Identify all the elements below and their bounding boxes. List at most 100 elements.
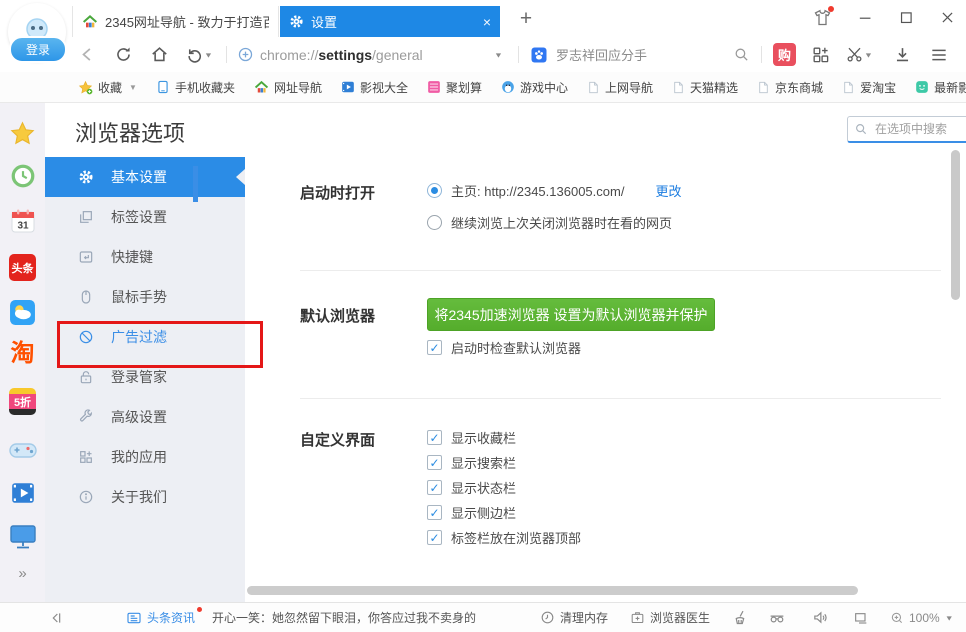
weather-icon[interactable] [0,299,45,326]
checkbox-checked[interactable] [427,455,442,470]
news-ticker[interactable]: 开心一笑：她忽然留下眼泪，你答应过我不卖身的 [212,609,476,626]
nav-label: 高级设置 [111,407,167,427]
incognito-mask-icon[interactable] [768,603,786,632]
download-button[interactable] [893,37,912,72]
bookmark-item[interactable]: 天猫精选 [672,79,738,96]
home-button[interactable] [150,37,169,72]
bookmark-item[interactable]: 游戏中心 [501,79,568,96]
screen-monitor-icon[interactable] [0,524,45,550]
nav-item-ad-filter[interactable]: 广告过滤 [45,317,245,357]
section-divider [300,398,941,399]
favorites-button[interactable]: 收藏 ▼ [78,79,137,96]
search-input[interactable]: 罗志祥回应分手 [556,37,647,72]
checkbox-checked[interactable] [427,530,442,545]
custom-ui-option[interactable]: 显示状态栏 [427,478,516,497]
vertical-scrollbar-thumb[interactable] [951,150,960,300]
video-film-icon[interactable] [0,480,45,506]
login-button[interactable]: 登录 [9,36,67,63]
change-homepage-link[interactable]: 更改 [655,181,681,200]
url-scheme: chrome:// [260,47,318,63]
set-default-browser-button[interactable]: 将2345加速浏览器 设置为默认浏览器并保护 [427,298,715,331]
tab-close-icon[interactable]: × [483,14,491,30]
scissors-dropdown-caret[interactable]: ▼ [864,51,873,59]
maximize-button[interactable] [898,9,915,26]
screenshot-scissors-button[interactable]: ▼ [845,37,873,72]
rail-expand-chevron[interactable]: » [0,565,45,582]
nav-item-my-apps[interactable]: 我的应用 [45,437,245,477]
bookmark-item[interactable]: 网址导航 [254,79,322,96]
favorites-star-icon[interactable] [0,120,45,147]
skin-theme-icon[interactable] [812,7,833,28]
gear-favicon-icon [289,14,304,29]
check-default-option[interactable]: 启动时检查默认浏览器 [427,338,581,357]
taobao-icon[interactable]: 淘 [0,342,45,366]
tab-2345-navigation[interactable]: 2345网址导航 - 致力于打造百 [72,6,279,37]
radio-selected[interactable] [427,183,442,198]
memory-clock-icon [540,610,555,625]
settings-search-box[interactable] [847,116,966,143]
calendar-icon[interactable]: 31 [0,208,45,234]
history-clock-icon[interactable] [0,163,45,189]
clean-memory-button[interactable]: 清理内存 [540,603,608,632]
zoom-plus-icon [890,611,904,625]
custom-ui-option[interactable]: 标签栏放在浏览器顶部 [427,528,581,547]
discount-icon[interactable]: 5折 [0,388,45,415]
radio-unselected[interactable] [427,215,442,230]
custom-ui-option[interactable]: 显示收藏栏 [427,428,516,447]
bookmark-item[interactable]: 上网导航 [587,79,653,96]
nav-item-login-manager[interactable]: 登录管家 [45,357,245,397]
nav-item-tab-settings[interactable]: 标签设置 [45,197,245,237]
bookmark-item[interactable]: 影视大全 [341,79,408,96]
news-feed-button[interactable]: 头条资讯 开心一笑：她忽然留下眼泪，你答应过我不卖身的 [126,603,476,632]
startup-home-option[interactable]: 主页: http://2345.136005.com/ 更改 [427,181,681,200]
back-button[interactable] [78,37,97,72]
nav-item-mouse-gestures[interactable]: 鼠标手势 [45,277,245,317]
menu-button[interactable] [929,37,949,72]
custom-ui-option[interactable]: 显示侧边栏 [427,503,516,522]
settings-search-input[interactable] [873,121,966,137]
zoom-caret-icon[interactable]: ▼ [945,614,954,622]
undo-button[interactable]: ▼ [185,37,213,72]
sound-speaker-icon[interactable] [812,603,829,632]
collapse-sidebar-icon[interactable] [48,603,64,632]
cleanup-broom-icon[interactable] [732,603,749,632]
address-bar[interactable]: chrome://settings/general [260,37,423,72]
undo-dropdown-caret[interactable]: ▼ [204,51,213,59]
bookmark-item[interactable]: 最新影视 [915,79,966,96]
new-tab-button[interactable]: + [512,5,540,33]
page-title: 浏览器选项 [75,116,185,148]
nav-item-basic-settings[interactable]: 基本设置 [45,157,245,197]
browser-doctor-button[interactable]: 浏览器医生 [630,603,710,632]
bookmark-item[interactable]: 京东商城 [757,79,823,96]
bookmark-item[interactable]: 手机收藏夹 [156,79,235,96]
shopping-button[interactable]: 购 [773,37,796,72]
custom-ui-option[interactable]: 显示搜索栏 [427,453,516,472]
address-dropdown-caret[interactable]: ▼ [494,41,503,69]
bookmarks-bar: 收藏 ▼ 手机收藏夹 网址导航 影视大全 聚划算 游戏中心 上网导航 [0,72,966,103]
calendar-day: 31 [17,221,29,232]
horizontal-scrollbar-thumb[interactable] [247,586,858,595]
close-button[interactable] [939,9,956,26]
checkbox-checked[interactable] [427,505,442,520]
nav-item-advanced-settings[interactable]: 高级设置 [45,397,245,437]
site-security-icon[interactable] [237,37,254,72]
search-go-icon[interactable] [733,37,750,72]
nav-item-hotkeys[interactable]: 快捷键 [45,237,245,277]
bookmarks-overflow-chevron[interactable]: » [951,78,958,93]
checkbox-checked[interactable] [427,430,442,445]
nav-item-about-us[interactable]: 关于我们 [45,477,245,517]
tab-settings[interactable]: 设置 × [280,6,500,37]
minimize-button[interactable] [857,9,874,26]
zoom-control[interactable]: 100% ▼ [890,603,954,632]
games-gamepad-icon[interactable] [0,436,45,464]
refresh-button[interactable] [114,37,133,72]
startup-restore-option[interactable]: 继续浏览上次关闭浏览器时在看的网页 [427,213,672,232]
page-snapshot-icon[interactable] [853,603,869,632]
bookmark-item[interactable]: 爱淘宝 [842,79,896,96]
checkbox-checked[interactable] [427,480,442,495]
apps-grid-button[interactable] [811,37,830,72]
nav-scrollbar-thumb[interactable] [193,166,198,202]
toutiao-news-icon[interactable]: 头条 [0,254,45,281]
bookmark-item[interactable]: 聚划算 [427,79,482,96]
checkbox-checked[interactable] [427,340,442,355]
